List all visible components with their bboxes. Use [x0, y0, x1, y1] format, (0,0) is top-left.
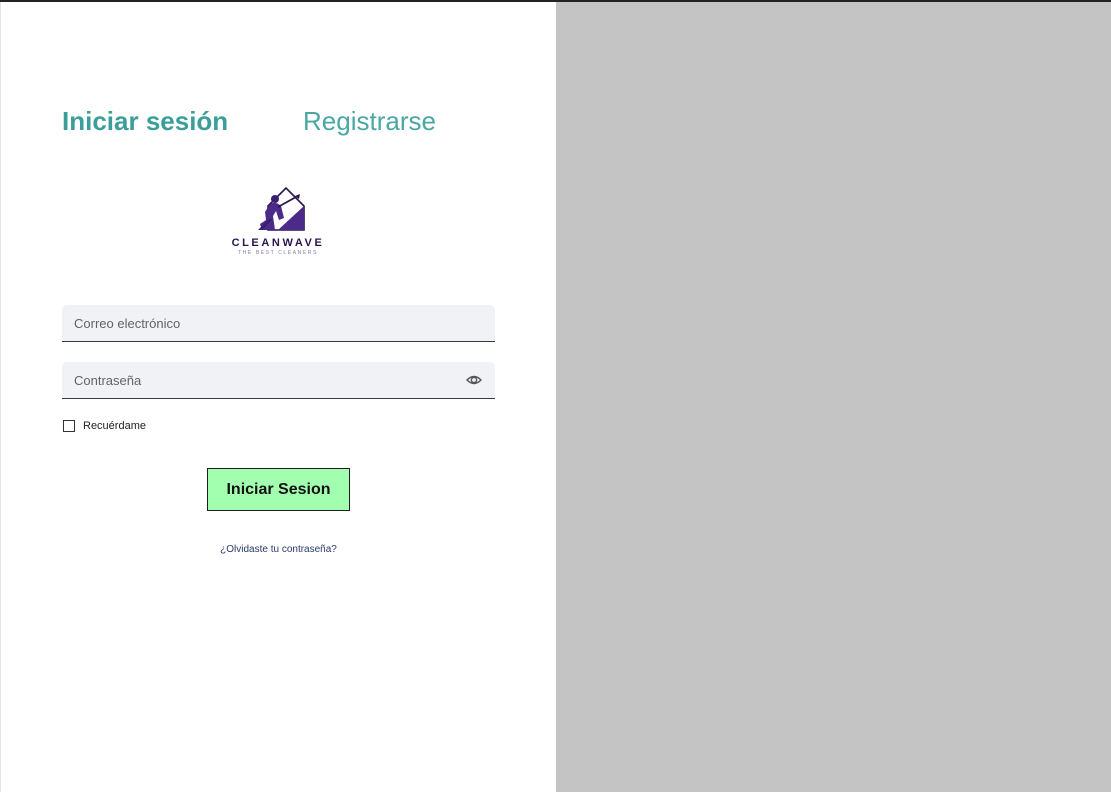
side-image-panel — [556, 2, 1111, 792]
password-field[interactable] — [62, 362, 495, 399]
remember-checkbox[interactable] — [63, 420, 75, 432]
login-button[interactable]: Iniciar Sesion — [207, 468, 350, 511]
remember-label: Recuérdame — [83, 420, 146, 432]
email-input[interactable] — [62, 305, 495, 341]
brand-name: CLEANWAVE — [231, 237, 325, 249]
brand-logo: CLEANWAVE THE BEST CLEANERS — [223, 180, 333, 260]
forgot-password-link[interactable]: ¿Olvidaste tu contraseña? — [1, 544, 556, 555]
password-input[interactable] — [62, 362, 495, 398]
cleaner-logo-icon — [258, 186, 305, 231]
tab-login[interactable]: Iniciar sesión — [62, 106, 228, 137]
brand-tagline: THE BEST CLEANERS — [238, 250, 318, 256]
email-field[interactable] — [62, 305, 495, 342]
app-frame: Iniciar sesión Registrarse CLEANWAVE THE… — [0, 0, 1111, 792]
auth-tabs: Iniciar sesión Registrarse — [62, 106, 502, 142]
login-panel: Iniciar sesión Registrarse CLEANWAVE THE… — [0, 2, 556, 792]
remember-me[interactable]: Recuérdame — [63, 419, 146, 433]
tab-register[interactable]: Registrarse — [303, 106, 436, 137]
eye-icon[interactable] — [466, 373, 482, 387]
